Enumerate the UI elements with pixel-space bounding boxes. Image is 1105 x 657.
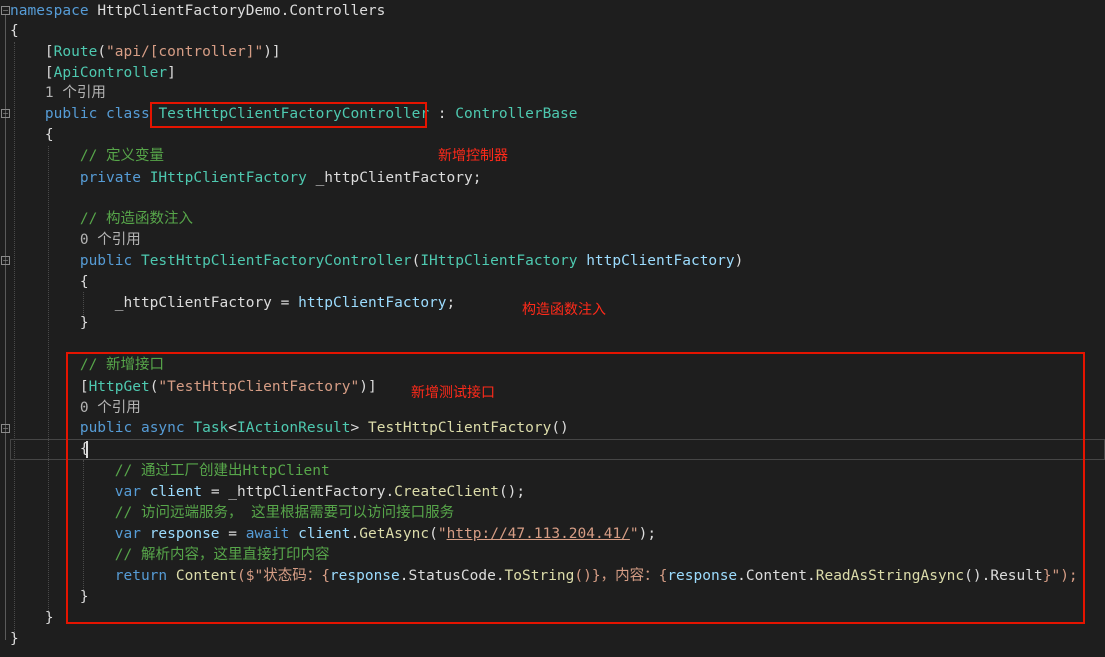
code-line: private IHttpClientFactory _httpClientFa…: [79, 170, 482, 186]
code-line: // 构造函数注入: [79, 211, 194, 227]
code-line: [Route("api/[controller]")]: [44, 44, 281, 60]
code-line: }: [44, 610, 54, 626]
code-line: }: [10, 631, 19, 647]
code-line: }: [79, 315, 89, 331]
code-line: namespace HttpClientFactoryDemo.Controll…: [10, 3, 386, 19]
collapse-ctor-icon[interactable]: −: [1, 256, 10, 265]
code-line: [ApiController]: [44, 65, 176, 81]
code-line: public TestHttpClientFactoryController(I…: [79, 253, 744, 269]
new-api-highlight-box: [66, 352, 1085, 624]
collapse-namespace-icon[interactable]: −: [1, 6, 10, 15]
codelens-references[interactable]: 0 个引用: [10, 230, 141, 251]
code-line: // 定义变量: [79, 148, 165, 164]
code-editor[interactable]: − − − − namespace HttpClientFactoryDemo.…: [0, 0, 1105, 657]
annotation-ctor-injection: 构造函数注入: [522, 302, 606, 318]
class-name-highlight-box: [150, 102, 427, 128]
code-line: {: [10, 23, 19, 39]
collapse-class-icon[interactable]: −: [1, 109, 10, 118]
annotation-new-test-api: 新增测试接口: [411, 385, 495, 401]
code-line: {: [44, 127, 54, 143]
code-line: _httpClientFactory = httpClientFactory;: [114, 295, 456, 311]
collapse-method-icon[interactable]: −: [1, 424, 10, 433]
annotation-new-controller: 新增控制器: [438, 148, 508, 164]
codelens-references[interactable]: 1 个引用: [10, 83, 106, 104]
code-line: {: [79, 274, 89, 290]
